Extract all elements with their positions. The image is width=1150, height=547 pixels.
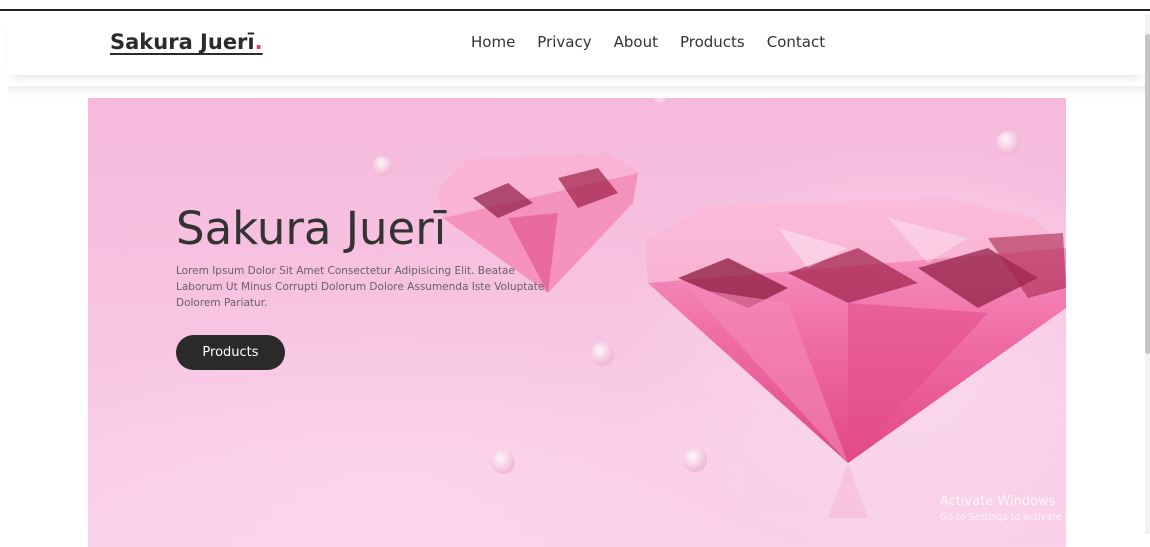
- logo-dot: .: [254, 30, 263, 54]
- hero-description: Lorem Ipsum Dolor Sit Amet Consectetur A…: [176, 265, 545, 309]
- header-shadow: [8, 86, 1146, 98]
- products-button[interactable]: Products: [176, 335, 285, 370]
- nav-contact[interactable]: Contact: [767, 33, 825, 51]
- logo-text: Sakura Juerī: [110, 30, 255, 54]
- nav-home[interactable]: Home: [471, 33, 515, 51]
- hero-section: Sakura Juerī Lorem Ipsum Dolor Sit Amet …: [88, 98, 1066, 547]
- watermark-subtitle: Go to Settings to activate Windows.: [940, 512, 1111, 523]
- main-nav: Home Privacy About Products Contact: [471, 33, 825, 51]
- watermark-title: Activate Windows: [940, 494, 1056, 509]
- nav-products[interactable]: Products: [680, 33, 745, 51]
- large-diamond: [646, 198, 1066, 518]
- hero-title: Sakura Juerī: [176, 202, 447, 255]
- nav-about[interactable]: About: [614, 33, 658, 51]
- activate-windows-watermark: Activate Windows Go to Settings to activ…: [940, 494, 1110, 523]
- site-header: Sakura Juerī. Home Privacy About Product…: [8, 11, 1146, 75]
- page-scrollbar[interactable]: [1145, 14, 1150, 534]
- scrollbar-thumb[interactable]: [1145, 34, 1150, 354]
- site-logo[interactable]: Sakura Juerī.: [110, 30, 263, 54]
- nav-privacy[interactable]: Privacy: [537, 33, 591, 51]
- hero-diamond-image: [373, 98, 1066, 518]
